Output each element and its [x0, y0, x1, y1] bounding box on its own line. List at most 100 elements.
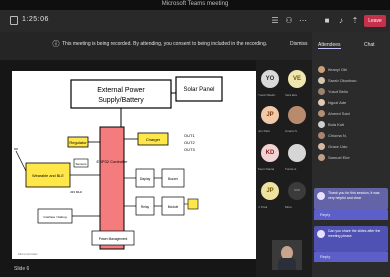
avatar [318, 88, 325, 95]
indicator-block [187, 198, 199, 210]
participant-name: More [285, 205, 292, 209]
recording-banner: ⓘ This meeting is being recorded. By att… [0, 32, 312, 60]
participant-row[interactable]: Samuel Eke [318, 154, 388, 163]
avatar: JP [261, 182, 279, 200]
power-management-text: Power Management [99, 237, 128, 241]
meeting-timer: 1:25:06 [22, 16, 49, 23]
chat-notification[interactable]: Thank you for this session, it was very … [314, 188, 388, 210]
module-text: Module [168, 205, 179, 209]
participant-row[interactable]: Ifeanyi Obi [318, 66, 388, 75]
charger-text: Charger [146, 137, 161, 142]
participant-row[interactable]: Ahmed Sani [318, 110, 388, 119]
regulator-text: Regulator [69, 140, 87, 145]
avatar [288, 144, 306, 162]
chat-notification[interactable]: Can you share the slides after the meeti… [314, 226, 388, 252]
participant-tile[interactable]: Tunde A. [285, 140, 309, 171]
solar-panel-text: Solar Panel [183, 87, 214, 93]
avatar [317, 230, 325, 238]
participant-name: Kemi Daniel [258, 167, 275, 171]
out2-text: OUT2 [184, 140, 195, 145]
avatar [318, 132, 325, 139]
participant-row-name: Grace Udo [328, 144, 348, 149]
participant-tile[interactable]: Amara N. [285, 102, 309, 133]
self-view-video[interactable] [272, 240, 302, 270]
panel-header: Attendees Chat [312, 32, 390, 60]
participant-name: Jon Park [258, 129, 270, 133]
participant-row[interactable]: Bola Kuti [318, 121, 388, 130]
share-icon[interactable]: ⇡ [350, 16, 360, 26]
participant-row-name: Yusuf Bello [328, 89, 349, 94]
participant-name: Yusuf Okafor [258, 93, 276, 97]
participant-row[interactable]: Grace Udo [318, 143, 388, 152]
dismiss-button[interactable]: Dismiss [290, 41, 308, 47]
avatar: KD [261, 144, 279, 162]
participant-row[interactable]: Ngozi Ade [318, 99, 388, 108]
avatar [318, 154, 325, 161]
radio-text: 433 MHz [70, 190, 83, 194]
mic-icon[interactable]: ♪ [336, 16, 346, 26]
avatar [318, 121, 325, 128]
participant-row-name: Ngozi Ade [328, 100, 347, 105]
more-participants-icon: ⋯ [288, 182, 306, 200]
chat-message-text: Can you share the slides after the meeti… [328, 229, 381, 238]
out3-text: OUT3 [184, 147, 195, 152]
teams-meeting-window: Microsoft Teams meeting 1:25:06 ☰ ⚇ ⋯ ■ … [0, 0, 390, 277]
out1-text: OUT1 [184, 133, 195, 138]
participant-row[interactable]: Sarah Okonkwo [318, 77, 388, 86]
info-icon: ⓘ [52, 41, 60, 48]
chat-message-text: Thank you for this session, it was very … [328, 191, 380, 200]
participant-row-name: Samuel Eke [328, 155, 350, 160]
participant-tile[interactable]: JP J. Paul [258, 178, 282, 209]
avatar [318, 77, 325, 84]
external-power-text: External Power [97, 87, 145, 94]
chat-icon[interactable]: ☰ [270, 16, 280, 26]
participant-row-name: Bola Kuti [328, 122, 345, 127]
sensor-text: Sensors [75, 162, 87, 166]
meeting-shield-icon [10, 16, 18, 25]
avatar [318, 66, 325, 73]
buzzer-text: Buzzer [168, 177, 179, 181]
self-body [278, 258, 296, 270]
leave-button[interactable]: Leave [364, 15, 386, 27]
participant-tile[interactable]: KD Kemi Daniel [258, 140, 282, 171]
camera-icon[interactable]: ■ [322, 16, 332, 26]
participant-name: J. Paul [258, 205, 268, 209]
participant-tile[interactable]: VE Vera Eze [285, 66, 309, 97]
title-bar: Microsoft Teams meeting [0, 0, 390, 10]
relay-text: Relay [141, 205, 150, 209]
participant-tile[interactable]: YO Yusuf Okafor [258, 66, 282, 97]
tab-attendees[interactable]: Attendees [318, 42, 341, 49]
reply-button[interactable]: Reply [314, 252, 388, 262]
banner-message: This meeting is being recorded. By atten… [62, 41, 268, 47]
participant-tile[interactable]: JP Jon Park [258, 102, 282, 133]
participant-name: Tunde A. [285, 167, 297, 171]
footer-text: Microcontroller [18, 252, 38, 256]
participant-row[interactable]: Yusuf Bello [318, 88, 388, 97]
avatar: JP [261, 106, 279, 124]
participant-row[interactable]: Chioma N. [318, 132, 388, 141]
participant-name: Amara N. [285, 129, 298, 133]
meeting-toolbar: 1:25:06 ☰ ⚇ ⋯ ■ ♪ ⇡ Leave [0, 10, 390, 32]
reply-button[interactable]: Reply [314, 210, 388, 220]
supply-battery-text: Supply/Battery [98, 97, 144, 104]
participant-row-name: Ifeanyi Obi [328, 67, 348, 72]
avatar: VE [288, 70, 306, 88]
avatar [288, 106, 306, 124]
people-icon[interactable]: ⚇ [284, 16, 294, 26]
more-icon[interactable]: ⋯ [298, 16, 308, 26]
avatar [318, 110, 325, 117]
display-text: Display [140, 177, 151, 181]
avatar: YO [261, 70, 279, 88]
slide-label: Slide 6 [14, 266, 30, 272]
participant-row-name: Ahmed Sani [328, 111, 350, 116]
avatar [318, 99, 325, 106]
participant-row-name: Sarah Okonkwo [328, 78, 357, 83]
window-title: Microsoft Teams meeting [161, 1, 229, 7]
shared-slide: External Power Supply/Battery Solar Pane… [12, 71, 256, 259]
participant-name: Vera Eze [285, 93, 298, 97]
participant-tile[interactable]: ⋯ More [285, 178, 309, 209]
controller-text: ESP32 Controller [97, 159, 129, 164]
tab-chat[interactable]: Chat [364, 42, 375, 48]
participant-row-name: Chioma N. [328, 133, 347, 138]
block-diagram: External Power Supply/Battery Solar Pane… [14, 76, 223, 256]
